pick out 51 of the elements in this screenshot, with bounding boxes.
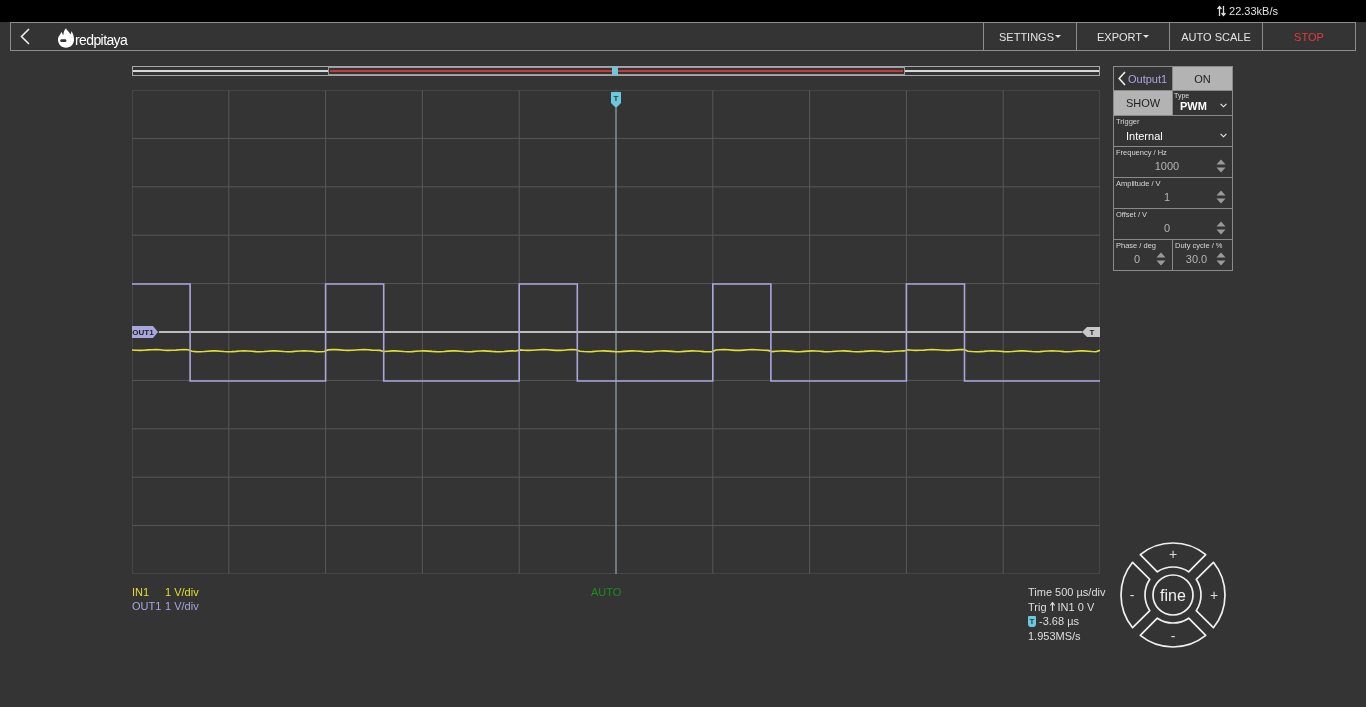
number-field[interactable]: 1000 bbox=[1114, 157, 1232, 177]
caret-icon bbox=[1055, 35, 1061, 38]
channel-scale-text: 1 V/div bbox=[165, 599, 199, 613]
on-toggle-button[interactable]: ON bbox=[1173, 67, 1232, 90]
channel-name: IN1 bbox=[132, 585, 150, 599]
rising-edge-icon bbox=[1049, 602, 1055, 612]
trigger-position-marker[interactable] bbox=[612, 67, 618, 75]
type-select[interactable]: PWM bbox=[1173, 99, 1232, 115]
chevron-left-icon bbox=[20, 28, 30, 45]
trigger-mode-text: AUTO bbox=[591, 585, 622, 599]
trigger-source-text: IN1 0 V bbox=[1057, 599, 1095, 614]
chevron-down-icon bbox=[1220, 133, 1227, 138]
spinner-arrows-icon[interactable] bbox=[1216, 190, 1226, 204]
trigger-level-marker[interactable]: T bbox=[1082, 327, 1100, 337]
show-toggle-button[interactable]: SHOW bbox=[1114, 91, 1172, 115]
caret-icon bbox=[1143, 35, 1149, 38]
output-back-button[interactable]: Output1 bbox=[1114, 67, 1172, 90]
right-segment-button[interactable]: + bbox=[1195, 561, 1226, 629]
channel-name: OUT1 bbox=[132, 599, 162, 613]
fine-button[interactable]: fine bbox=[1152, 574, 1194, 616]
trigger-marker-tag: T bbox=[1028, 615, 1036, 627]
data-rate-text: 22.33kB/s bbox=[1229, 5, 1278, 17]
auto-scale-button[interactable]: AUTO SCALE bbox=[1169, 23, 1262, 50]
spinner-arrows-icon[interactable] bbox=[1156, 252, 1166, 266]
top-segment-button[interactable]: + bbox=[1139, 542, 1207, 573]
trigger-label: Trig bbox=[1028, 599, 1047, 614]
dropdown-menu-button[interactable]: EXPORT bbox=[1076, 23, 1169, 50]
number-field[interactable]: 30.0 bbox=[1173, 250, 1232, 270]
upload-download-icon bbox=[1217, 5, 1227, 17]
channel-scale-text: 1 V/div bbox=[165, 585, 199, 599]
channel-offset-marker[interactable]: OUT1 bbox=[132, 326, 158, 338]
flame-icon bbox=[58, 27, 74, 48]
spinner-arrows-icon[interactable] bbox=[1216, 221, 1226, 235]
dropdown-menu-button[interactable]: SETTINGS bbox=[983, 23, 1076, 50]
left-segment-button[interactable]: - bbox=[1120, 561, 1151, 629]
number-field[interactable]: 1 bbox=[1114, 188, 1232, 208]
spinner-arrows-icon[interactable] bbox=[1216, 252, 1226, 266]
trigger-select[interactable]: Internal bbox=[1114, 126, 1232, 146]
timeline-track[interactable] bbox=[132, 66, 1100, 76]
sample-rate-text: 1.953MS/s bbox=[1028, 628, 1081, 643]
chevron-down-icon bbox=[1220, 103, 1227, 108]
visible-window[interactable] bbox=[328, 67, 905, 75]
number-field[interactable]: 0 bbox=[1114, 250, 1172, 270]
spinner-arrows-icon[interactable] bbox=[1216, 159, 1226, 173]
time-scale-text: Time 500 µs/div bbox=[1028, 585, 1106, 600]
chevron-left-icon bbox=[1118, 71, 1126, 86]
trigger-time-marker[interactable]: T bbox=[611, 92, 621, 108]
number-field[interactable]: 0 bbox=[1114, 219, 1232, 239]
logo-text: redpitaya bbox=[75, 30, 128, 48]
bottom-segment-button[interactable]: - bbox=[1139, 617, 1207, 648]
trigger-offset-text: -3.68 µs bbox=[1039, 614, 1079, 629]
